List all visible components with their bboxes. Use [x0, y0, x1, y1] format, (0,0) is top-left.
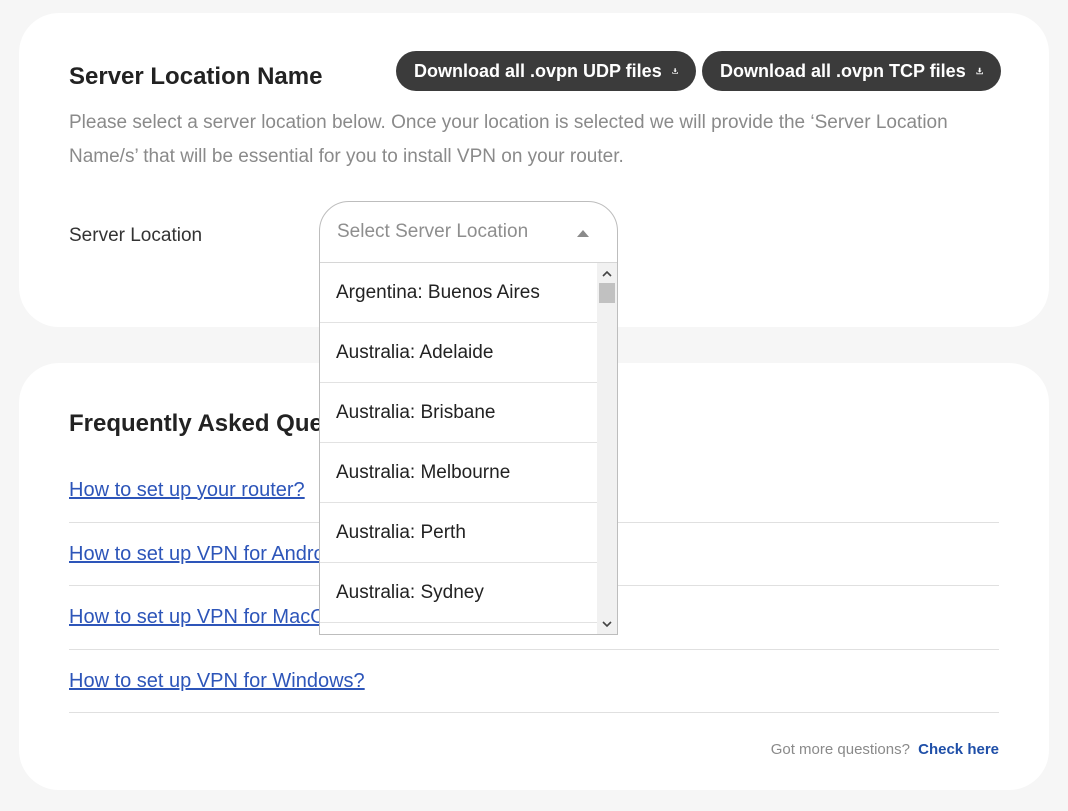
server-location-dropdown[interactable]: Select Server Location Argentina: Buenos…	[319, 201, 618, 635]
options-list: Argentina: Buenos Aires Australia: Adela…	[320, 263, 597, 634]
option-item[interactable]: Argentina: Buenos Aires	[320, 263, 597, 323]
options-scrollbar[interactable]	[597, 263, 617, 634]
server-location-select[interactable]: Select Server Location	[320, 202, 617, 263]
download-udp-button[interactable]: Download all .ovpn UDP files	[396, 51, 696, 91]
download-udp-label: Download all .ovpn UDP files	[414, 60, 662, 81]
server-location-title: Server Location Name	[69, 63, 323, 90]
scroll-thumb[interactable]	[599, 283, 615, 303]
faq-divider	[69, 649, 999, 650]
option-item[interactable]: Australia: Adelaide	[320, 323, 597, 383]
option-item[interactable]: Australia: Melbourne	[320, 443, 597, 503]
download-tcp-button[interactable]: Download all .ovpn TCP files	[702, 51, 1001, 91]
scroll-down-arrow-icon[interactable]	[597, 614, 617, 634]
faq-link-windows[interactable]: How to set up VPN for Windows?	[69, 670, 365, 693]
more-questions-text: Got more questions?	[770, 741, 910, 758]
download-icon	[672, 68, 678, 74]
select-placeholder: Select Server Location	[337, 221, 529, 242]
download-tcp-label: Download all .ovpn TCP files	[720, 60, 966, 81]
option-item[interactable]: Australia: Sydney	[320, 563, 597, 623]
faq-link-router[interactable]: How to set up your router?	[69, 479, 305, 502]
faq-link-android[interactable]: How to set up VPN for Android?	[69, 543, 351, 566]
faq-link-macos[interactable]: How to set up VPN for MacOS?	[69, 606, 350, 629]
option-item[interactable]: Australia: Perth	[320, 503, 597, 563]
option-item[interactable]: Australia: Brisbane	[320, 383, 597, 443]
check-here-link[interactable]: Check here	[918, 741, 999, 758]
more-questions-row: Got more questions? Check here	[771, 741, 999, 758]
server-location-label: Server Location	[69, 225, 203, 246]
server-location-description: Please select a server location below. O…	[69, 112, 948, 167]
faq-divider	[69, 712, 999, 713]
caret-up-icon	[577, 230, 589, 237]
download-icon	[976, 67, 983, 75]
scroll-up-arrow-icon[interactable]	[597, 263, 617, 283]
